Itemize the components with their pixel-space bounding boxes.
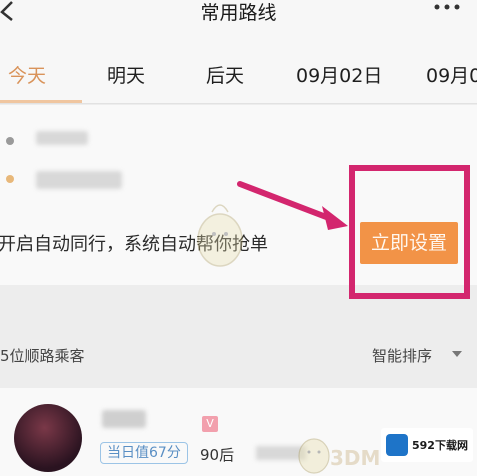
tab-tomorrow[interactable]: 明天 <box>107 61 145 88</box>
tab-date-0902[interactable]: 09月02日 <box>296 61 382 88</box>
score-badge: 当日值67分 <box>100 442 188 464</box>
watermark-3dm: 3DM <box>330 446 381 470</box>
end-point-dot <box>6 175 14 183</box>
smart-sort-dropdown[interactable]: 智能排序 <box>372 345 432 366</box>
app-header: 常用路线 <box>0 0 477 38</box>
chevron-down-icon[interactable] <box>452 351 462 357</box>
vip-badge: V <box>202 416 218 432</box>
more-dots-icon[interactable] <box>432 2 462 12</box>
set-now-button[interactable]: 立即设置 <box>360 222 458 264</box>
pointer-arrow-icon <box>237 181 348 230</box>
passenger-count: 5位顺路乘客 <box>0 347 85 365</box>
tab-day-after[interactable]: 后天 <box>206 61 244 88</box>
active-tab-indicator <box>0 100 82 103</box>
passenger-name-redacted <box>102 410 146 428</box>
watermark-text: 592下载网 <box>412 439 468 452</box>
tab-today[interactable]: 今天 <box>8 61 46 88</box>
avatar <box>14 404 82 472</box>
site-watermark: 592下载网 <box>381 428 473 462</box>
start-point-dot <box>6 137 14 145</box>
date-tabs: 今天 明天 后天 09月02日 09月0 <box>0 38 477 104</box>
start-address-redacted <box>36 131 88 145</box>
age-label: 90后 <box>200 446 235 464</box>
end-address-redacted <box>36 171 122 189</box>
tab-date-next[interactable]: 09月0 <box>426 61 477 88</box>
passenger-section-header: 5位顺路乘客 智能排序 <box>0 333 477 377</box>
site-logo-icon <box>386 434 408 456</box>
watermark-mascot-icon <box>298 438 330 474</box>
page-title: 常用路线 <box>200 2 277 24</box>
